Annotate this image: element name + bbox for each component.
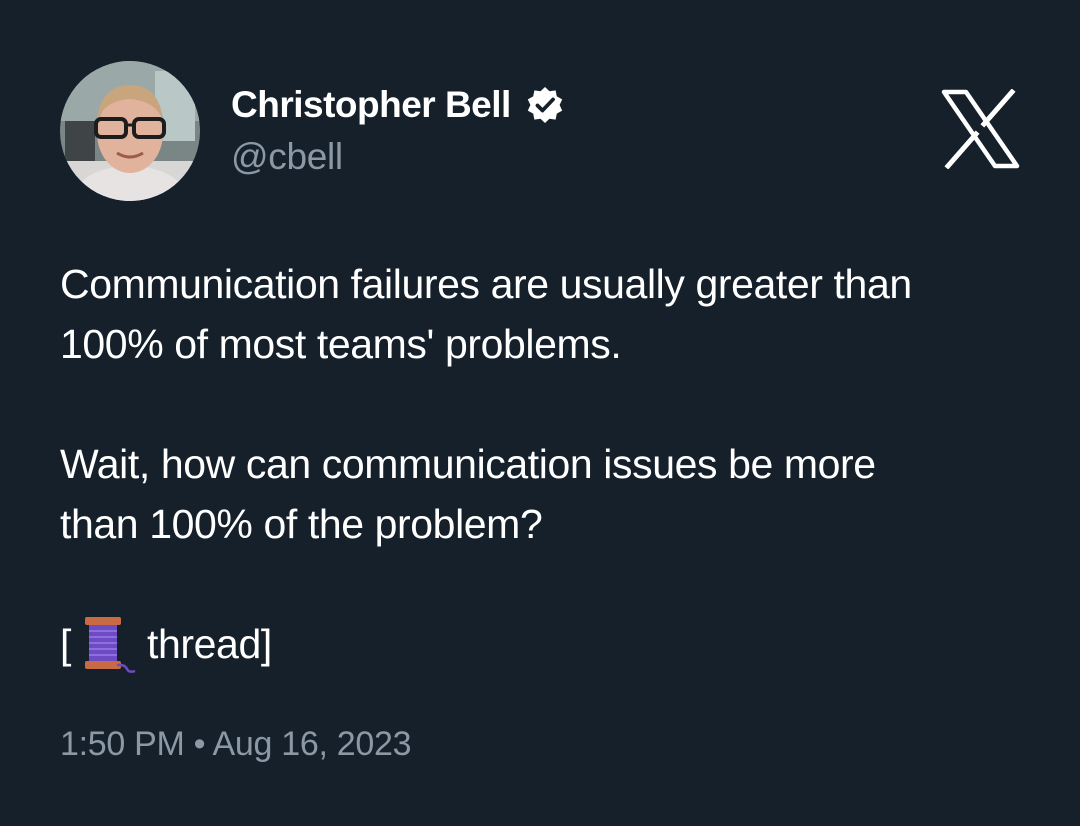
tweet-line: Communication failures are usually great… xyxy=(60,261,912,307)
x-logo-icon[interactable] xyxy=(940,89,1020,169)
avatar[interactable] xyxy=(60,61,200,201)
tweet-line: than 100% of the problem? xyxy=(60,501,543,547)
tweet-paragraph-2: Wait, how can communication issues be mo… xyxy=(60,434,876,554)
thread-bracket-open: [ xyxy=(60,621,71,667)
tweet-paragraph-1: Communication failures are usually great… xyxy=(60,254,912,374)
author-handle[interactable]: @cbell xyxy=(231,136,343,178)
author-name-row: Christopher Bell xyxy=(231,80,565,130)
spool-of-thread-icon xyxy=(85,617,136,673)
verified-badge-icon xyxy=(527,87,563,123)
tweet-timestamp[interactable]: 1:50 PM • Aug 16, 2023 xyxy=(60,725,412,764)
tweet-line: 100% of most teams' problems. xyxy=(60,321,622,367)
tweet-line: Wait, how can communication issues be mo… xyxy=(60,441,876,487)
tweet-card: Christopher Bell @cbell Communication fa… xyxy=(0,0,1080,826)
tweet-paragraph-3: [ thread] xyxy=(60,614,272,674)
avatar-image xyxy=(60,61,200,201)
author-display-name[interactable]: Christopher Bell xyxy=(231,84,511,126)
thread-label: thread] xyxy=(147,621,272,667)
